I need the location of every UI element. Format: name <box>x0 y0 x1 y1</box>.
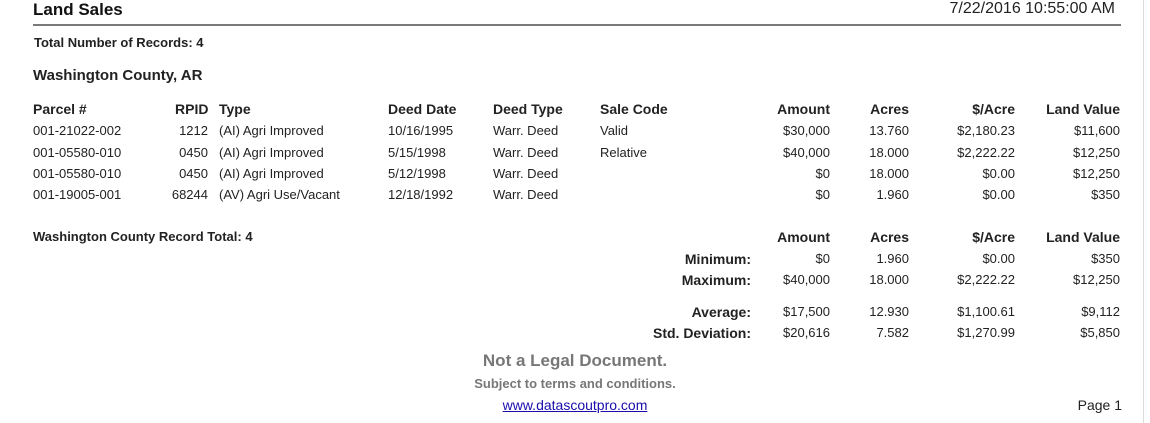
cell-parcel: 001-19005-001 <box>33 187 122 202</box>
col-sale-code: Sale Code <box>600 101 668 117</box>
cell-amount: $30,000 <box>783 123 830 138</box>
cell-per-acre: $2,222.22 <box>957 145 1015 160</box>
website-link[interactable]: www.datascoutpro.com <box>503 397 648 413</box>
cell-land-value: $12,250 <box>1073 145 1120 160</box>
stat-land-value: $5,850 <box>1080 325 1120 340</box>
footer-link-wrap: www.datascoutpro.com <box>0 397 1150 413</box>
cell-acres: 18.000 <box>869 166 909 181</box>
stat-amount: $20,616 <box>783 325 830 340</box>
stat-row-std-deviation: Std. Deviation: $20,616 7.582 $1,270.99 … <box>0 325 1150 345</box>
col-parcel: Parcel # <box>33 101 87 117</box>
cell-amount: $40,000 <box>783 145 830 160</box>
cell-parcel: 001-21022-002 <box>33 123 122 138</box>
col-per-acre: $/Acre <box>972 101 1015 117</box>
table-row: 001-21022-002 1212 (AI) Agri Improved 10… <box>0 123 1150 143</box>
cell-parcel: 001-05580-010 <box>33 166 122 181</box>
col-land-value: Land Value <box>1046 101 1120 117</box>
cell-rpid: 0450 <box>179 145 208 160</box>
cell-parcel: 001-05580-010 <box>33 145 122 160</box>
cell-deed-date: 10/16/1995 <box>388 123 454 138</box>
table-header: Parcel # RPID Type Deed Date Deed Type S… <box>0 101 1150 121</box>
cell-land-value: $11,600 <box>1073 123 1120 138</box>
stat-acres: 1.960 <box>876 251 909 266</box>
disclaimer: Not a Legal Document. <box>482 351 668 370</box>
stat-acres: 12.930 <box>869 304 909 319</box>
col-deed-date: Deed Date <box>388 101 457 117</box>
summary-col-acres: Acres <box>870 229 909 245</box>
stat-land-value: $12,250 <box>1073 272 1120 287</box>
table-row: 001-05580-010 0450 (AI) Agri Improved 5/… <box>0 145 1150 165</box>
summary-header: Washington County Record Total: 4 Amount… <box>0 229 1150 249</box>
stat-per-acre: $2,222.22 <box>957 272 1015 287</box>
col-amount: Amount <box>777 101 830 117</box>
total-records: Total Number of Records: 4 <box>34 35 204 50</box>
record-total: Washington County Record Total: 4 <box>33 229 253 244</box>
stat-amount: $17,500 <box>783 304 830 319</box>
cell-rpid: 68244 <box>171 187 208 202</box>
cell-acres: 1.960 <box>876 187 909 202</box>
report-datetime: 7/22/2016 10:55:00 AM <box>949 0 1115 17</box>
cell-per-acre: $2,180.23 <box>957 123 1015 138</box>
table-row: 001-05580-010 0450 (AI) Agri Improved 5/… <box>0 166 1150 186</box>
cell-per-acre: $0.00 <box>982 166 1015 181</box>
summary-col-amount: Amount <box>777 229 830 245</box>
cell-per-acre: $0.00 <box>982 187 1015 202</box>
cell-deed-type: Warr. Deed <box>493 123 559 138</box>
cell-rpid: 0450 <box>179 166 208 181</box>
stat-row-average: Average: $17,500 12.930 $1,100.61 $9,112 <box>0 304 1150 324</box>
stat-per-acre: $0.00 <box>982 251 1015 266</box>
cell-amount: $0 <box>815 187 830 202</box>
county-heading: Washington County, AR <box>33 67 203 84</box>
cell-deed-type: Warr. Deed <box>493 145 559 160</box>
cell-deed-date: 12/18/1992 <box>388 187 454 202</box>
cell-type: (AI) Agri Improved <box>219 145 324 160</box>
report-header: Land Sales 7/22/2016 10:55:00 AM <box>33 0 1121 26</box>
stat-per-acre: $1,100.61 <box>957 304 1015 319</box>
cell-sale-code: Valid <box>600 123 628 138</box>
cell-acres: 18.000 <box>869 145 909 160</box>
stat-land-value: $350 <box>1091 251 1120 266</box>
stat-label: Minimum: <box>684 251 751 267</box>
cell-deed-type: Warr. Deed <box>493 166 559 181</box>
stat-land-value: $9,112 <box>1081 304 1120 319</box>
cell-deed-date: 5/15/1998 <box>388 145 446 160</box>
cell-deed-date: 5/12/1998 <box>388 166 446 181</box>
stat-row-minimum: Minimum: $0 1.960 $0.00 $350 <box>0 251 1150 271</box>
col-acres: Acres <box>870 101 909 117</box>
cell-type: (AI) Agri Improved <box>219 166 324 181</box>
summary-col-land-value: Land Value <box>1046 229 1120 245</box>
table-row: 001-19005-001 68244 (AV) Agri Use/Vacant… <box>0 187 1150 207</box>
col-rpid: RPID <box>175 101 209 117</box>
terms-text: Subject to terms and conditions. <box>474 376 676 391</box>
cell-type: (AV) Agri Use/Vacant <box>219 187 340 202</box>
stat-row-maximum: Maximum: $40,000 18.000 $2,222.22 $12,25… <box>0 272 1150 292</box>
stat-amount: $40,000 <box>783 272 830 287</box>
stat-label: Std. Deviation: <box>652 325 751 341</box>
stat-acres: 18.000 <box>869 272 909 287</box>
stat-label: Average: <box>691 304 751 320</box>
cell-type: (AI) Agri Improved <box>219 123 324 138</box>
page-number: Page 1 <box>1077 397 1122 413</box>
cell-land-value: $350 <box>1091 187 1120 202</box>
stat-per-acre: $1,270.99 <box>957 325 1015 340</box>
col-deed-type: Deed Type <box>493 101 563 117</box>
cell-rpid: 1212 <box>179 123 208 138</box>
report-title: Land Sales <box>33 0 123 19</box>
stat-amount: $0 <box>815 251 830 266</box>
cell-sale-code: Relative <box>600 145 647 160</box>
col-type: Type <box>219 101 251 117</box>
stat-label: Maximum: <box>681 272 751 288</box>
cell-land-value: $12,250 <box>1073 166 1120 181</box>
cell-acres: 13.760 <box>869 123 909 138</box>
stat-acres: 7.582 <box>876 325 909 340</box>
summary-col-per-acre: $/Acre <box>972 229 1015 245</box>
cell-deed-type: Warr. Deed <box>493 187 559 202</box>
cell-amount: $0 <box>815 166 830 181</box>
